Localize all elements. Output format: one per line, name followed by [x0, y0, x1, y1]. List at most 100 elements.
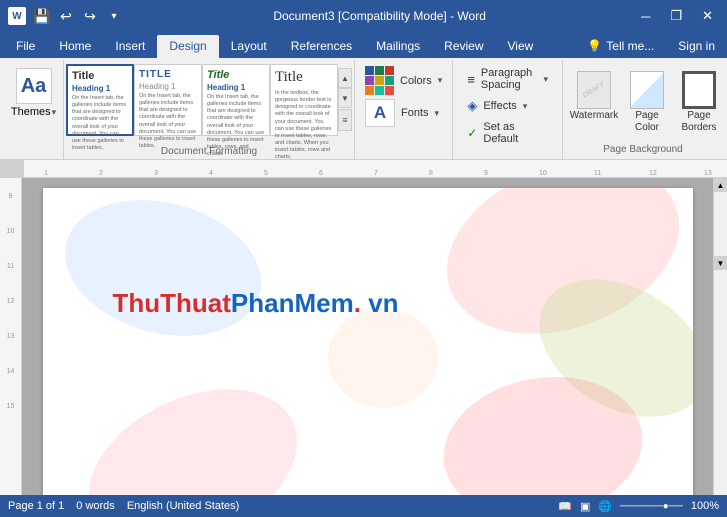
- themes-content: Aa Themes ▾: [5, 64, 62, 157]
- window-controls: ─ ❐ ✕: [635, 6, 719, 26]
- tab-home[interactable]: Home: [47, 35, 103, 58]
- redo-icon[interactable]: ↪: [80, 6, 100, 26]
- swatch-blue: [365, 66, 374, 75]
- colors-button[interactable]: Colors ▾: [361, 64, 446, 97]
- customize-icon[interactable]: ▾: [104, 6, 124, 26]
- colors-fonts-group-label: [361, 151, 446, 155]
- effects-dropdown-icon: ▾: [523, 101, 528, 112]
- format-item-3[interactable]: Title Heading 1 On the Insert tab, the g…: [202, 64, 270, 136]
- scroll-up-button[interactable]: ▲: [714, 178, 727, 192]
- ruler-corner: [0, 160, 24, 178]
- colors-label: Colors: [400, 75, 432, 87]
- effects-icon: ◈: [467, 98, 477, 114]
- lightbulb-icon: 💡: [587, 39, 602, 53]
- title-bar-left: W 💾 ↩ ↪ ▾: [8, 6, 124, 26]
- paragraph-spacing-button[interactable]: ≡ Paragraph Spacing ▾: [461, 64, 554, 94]
- restore-button[interactable]: ❐: [664, 6, 688, 26]
- colors-fonts-group: Colors ▾ A Fonts ▾: [355, 60, 453, 159]
- tab-view[interactable]: View: [496, 35, 546, 58]
- minimize-button[interactable]: ─: [635, 7, 656, 26]
- set-as-default-button[interactable]: ✓ Set as Default: [461, 118, 554, 148]
- tab-review[interactable]: Review: [432, 35, 495, 58]
- swatch-teal: [385, 76, 394, 85]
- gallery-scroll: ▲ ▼ ≡: [338, 68, 352, 131]
- gallery-scroll-more[interactable]: ≡: [338, 109, 352, 131]
- ribbon-tabs: File Home Insert Design Layout Reference…: [0, 32, 727, 58]
- gallery-scroll-down[interactable]: ▼: [338, 88, 352, 108]
- watermark-button[interactable]: Watermark: [569, 68, 619, 123]
- page-borders-label: PageBorders: [681, 110, 716, 134]
- colors-swatches: [365, 66, 394, 95]
- themes-group: Aa Themes ▾: [4, 60, 64, 159]
- watermark-icon: [576, 70, 612, 110]
- save-icon[interactable]: 💾: [32, 6, 52, 26]
- tab-layout[interactable]: Layout: [219, 35, 279, 58]
- tab-insert[interactable]: Insert: [103, 35, 157, 58]
- tell-me-button[interactable]: 💡 Tell me...: [575, 35, 666, 58]
- tab-file[interactable]: File: [4, 35, 47, 58]
- fonts-button[interactable]: A Fonts ▾: [361, 97, 446, 129]
- word-icon: W: [8, 7, 26, 25]
- language-info: English (United States): [127, 500, 240, 512]
- status-right: 📖 ▣ 🌐 ──────●── 100%: [558, 500, 719, 513]
- effects-button[interactable]: ◈ Effects ▾: [461, 95, 554, 117]
- tab-design[interactable]: Design: [157, 35, 218, 58]
- page-borders-button[interactable]: PageBorders: [675, 68, 723, 136]
- document-formatting-group: Title Heading 1 On the Insert tab, the g…: [64, 60, 355, 159]
- page-area[interactable]: ThuThuatPhanMem. vn: [22, 178, 713, 495]
- horizontal-ruler: 1 2 3 4 5 6 7 8 9 10 11 12 13: [0, 160, 727, 178]
- format-item-4[interactable]: Title In the textbox, the gorgeous borde…: [270, 64, 338, 136]
- format-item-2[interactable]: TITLE Heading 1 On the Insert tab, the g…: [134, 64, 202, 136]
- view-layout-icon[interactable]: ▣: [580, 500, 590, 513]
- document-page[interactable]: ThuThuatPhanMem. vn: [43, 188, 693, 495]
- swatch-yellow: [375, 76, 384, 85]
- fonts-icon: A: [365, 99, 395, 127]
- undo-icon[interactable]: ↩: [56, 6, 76, 26]
- window-title: Document3 [Compatibility Mode] - Word: [124, 9, 635, 23]
- watermark-text: ThuThuatPhanMem. vn: [113, 288, 653, 319]
- word-count: 0 words: [76, 500, 115, 512]
- vertical-scrollbar[interactable]: ▲ ▼: [713, 178, 727, 495]
- watermark-part1: ThuThuat: [113, 288, 231, 318]
- scroll-down-button[interactable]: ▼: [714, 256, 727, 270]
- ruler-content: 1 2 3 4 5 6 7 8 9 10 11 12 13: [44, 160, 727, 177]
- set-as-default-label: Set as Default: [483, 121, 548, 145]
- status-left: Page 1 of 1 0 words English (United Stat…: [8, 500, 239, 512]
- page-color-button[interactable]: PageColor: [623, 68, 671, 136]
- formatting-options-group: ≡ Paragraph Spacing ▾ ◈ Effects ▾ ✓ Set …: [453, 60, 563, 159]
- watermark-part2: PhanMem: [231, 288, 354, 318]
- ribbon-right: 💡 Tell me... Sign in: [575, 35, 727, 58]
- page-color-label: PageColor: [635, 110, 659, 134]
- view-read-icon[interactable]: 📖: [558, 500, 572, 513]
- paragraph-spacing-dropdown-icon: ▾: [543, 74, 548, 85]
- colors-dropdown-icon: ▾: [438, 75, 443, 86]
- checkmark-icon: ✓: [467, 126, 477, 140]
- page-color-icon: [629, 70, 665, 110]
- page-content[interactable]: ThuThuatPhanMem. vn: [43, 188, 693, 339]
- close-button[interactable]: ✕: [696, 6, 719, 26]
- swatch-red: [385, 66, 394, 75]
- zoom-level: 100%: [691, 500, 719, 512]
- effects-label: Effects: [483, 100, 516, 112]
- view-web-icon[interactable]: 🌐: [598, 500, 612, 513]
- sign-in-button[interactable]: Sign in: [666, 35, 727, 58]
- swatch-orange: [365, 86, 374, 95]
- page-bg-content: Watermark PageColor PageBorders: [569, 64, 717, 140]
- formatting-options-label: [461, 151, 554, 155]
- swatch-purple: [365, 76, 374, 85]
- fonts-label: Fonts: [401, 107, 429, 119]
- page-borders-icon: [681, 70, 717, 110]
- themes-button[interactable]: Aa Themes ▾: [5, 64, 62, 122]
- format-gallery-top: Title Heading 1 On the Insert tab, the g…: [64, 60, 354, 144]
- watermark-part3: vn: [361, 288, 399, 318]
- zoom-slider[interactable]: ──────●──: [620, 501, 683, 512]
- tab-mailings[interactable]: Mailings: [364, 35, 432, 58]
- ribbon: Aa Themes ▾ Title Heading 1 On the Inser…: [0, 58, 727, 160]
- page-info: Page 1 of 1: [8, 500, 64, 512]
- format-item-1[interactable]: Title Heading 1 On the Insert tab, the g…: [66, 64, 134, 136]
- tab-references[interactable]: References: [279, 35, 364, 58]
- quick-access-toolbar: 💾 ↩ ↪ ▾: [32, 6, 124, 26]
- swatch-crimson: [385, 86, 394, 95]
- gallery-scroll-up[interactable]: ▲: [338, 68, 352, 88]
- themes-icon: Aa: [16, 68, 52, 104]
